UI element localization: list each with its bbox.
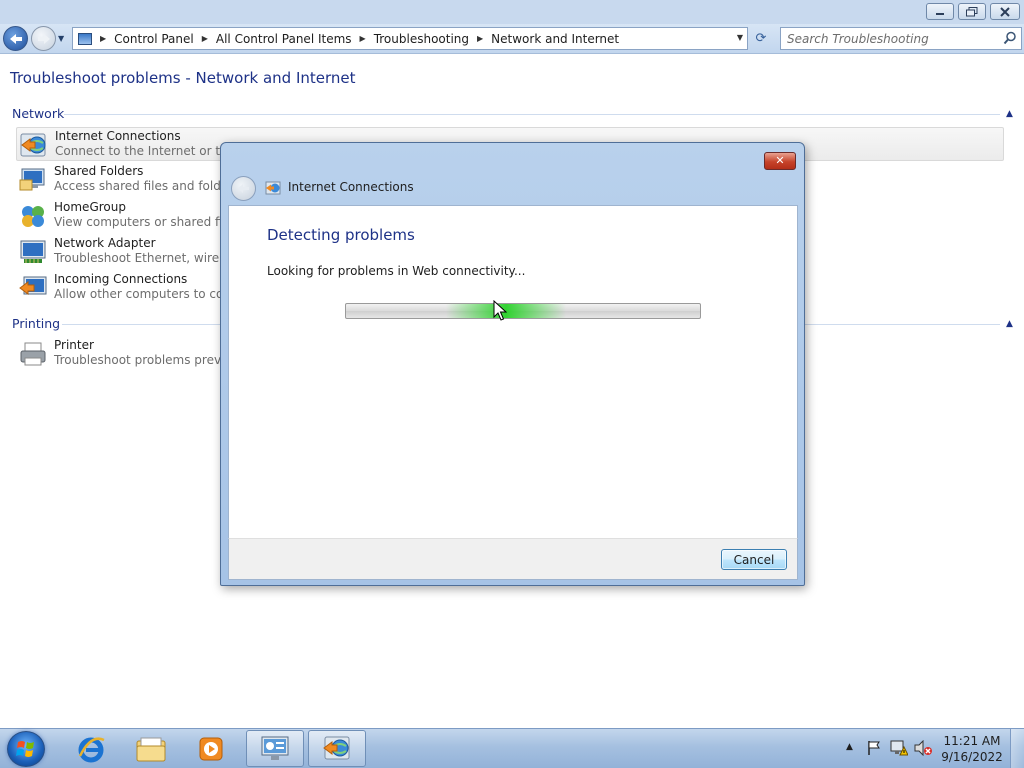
breadcrumb-troubleshooting[interactable]: Troubleshooting [374, 32, 469, 46]
status-text: Looking for problems in Web connectivity… [267, 264, 526, 278]
dialog-heading: Detecting problems [267, 226, 415, 244]
start-button[interactable] [7, 731, 45, 767]
printer-icon [20, 342, 46, 366]
chevron-down-icon[interactable]: ▼ [737, 33, 743, 42]
close-button[interactable] [990, 3, 1020, 20]
dialog-content: Detecting problems Looking for problems … [228, 205, 798, 538]
window-titlebar [0, 0, 1024, 24]
collapse-network-icon[interactable]: ▲ [1006, 109, 1013, 119]
collapse-printing-icon[interactable]: ▲ [1006, 319, 1013, 329]
forward-button[interactable] [31, 26, 56, 51]
progress-bar [345, 303, 701, 319]
show-hidden-icons-icon[interactable]: ▲ [846, 742, 853, 752]
close-icon [1000, 6, 1010, 17]
media-player-icon [199, 737, 223, 760]
show-desktop-button[interactable] [1010, 729, 1024, 768]
taskbar-control-panel[interactable] [246, 730, 304, 767]
taskbar: ▲ 11:21 AM 9/16/2022 [0, 728, 1024, 768]
chevron-right-icon[interactable]: ▶ [202, 34, 208, 43]
back-arrow-icon [238, 184, 249, 193]
control-panel-icon [261, 736, 289, 760]
page-title: Troubleshoot problems - Network and Inte… [10, 69, 356, 87]
incoming-connections-icon [19, 276, 47, 295]
item-name: Incoming Connections [54, 272, 188, 286]
mouse-cursor-icon [493, 300, 507, 321]
folder-icon [136, 737, 166, 761]
clock-time[interactable]: 11:21 AM [940, 734, 1004, 748]
troubleshooter-dialog: ✕ Internet Connections Detecting problem… [220, 142, 805, 586]
item-name: Internet Connections [55, 129, 181, 143]
taskbar-media-player[interactable] [182, 730, 240, 767]
taskbar-internet-explorer[interactable] [62, 730, 120, 767]
internet-explorer-icon [78, 737, 105, 762]
address-bar[interactable]: ▶ Control Panel ▶ All Control Panel Item… [72, 27, 748, 50]
search-box[interactable] [780, 27, 1022, 50]
minimize-button[interactable] [926, 3, 954, 20]
chevron-right-icon[interactable]: ▶ [360, 34, 366, 43]
dialog-footer: Cancel [228, 538, 798, 580]
breadcrumb-network-internet[interactable]: Network and Internet [491, 32, 619, 46]
dialog-back-button[interactable] [231, 176, 256, 201]
internet-connections-icon [20, 133, 46, 157]
search-input[interactable] [781, 28, 991, 49]
group-header-printing[interactable]: Printing [12, 316, 60, 331]
chevron-right-icon[interactable]: ▶ [477, 34, 483, 43]
action-center-flag-icon[interactable] [866, 740, 882, 756]
back-arrow-icon [9, 33, 22, 44]
chevron-right-icon[interactable]: ▶ [100, 34, 106, 43]
dialog-title: Internet Connections [288, 180, 414, 194]
restore-icon [966, 6, 978, 16]
internet-connections-icon [265, 181, 281, 195]
cancel-button[interactable]: Cancel [721, 549, 787, 570]
network-warning-icon[interactable] [890, 740, 908, 756]
breadcrumb-all-items[interactable]: All Control Panel Items [216, 32, 352, 46]
taskbar-windows-explorer[interactable] [122, 730, 180, 767]
item-name: Network Adapter [54, 236, 156, 250]
taskbar-troubleshooter[interactable] [308, 730, 366, 767]
back-button[interactable] [3, 26, 28, 51]
minimize-icon [936, 12, 944, 15]
breadcrumb-control-panel[interactable]: Control Panel [114, 32, 194, 46]
windows-logo-icon [16, 741, 34, 757]
search-icon[interactable] [1003, 31, 1017, 45]
recent-pages-dropdown[interactable]: ▼ [58, 34, 64, 43]
item-name: Printer [54, 338, 94, 352]
forward-arrow-icon [37, 33, 50, 44]
network-adapter-icon [20, 240, 46, 263]
group-divider [64, 114, 1000, 115]
navigation-bar: ▼ ▶ Control Panel ▶ All Control Panel It… [0, 24, 1024, 54]
volume-muted-icon[interactable] [914, 740, 932, 756]
clock-date[interactable]: 9/16/2022 [940, 750, 1004, 764]
control-panel-icon [78, 32, 92, 45]
restore-button[interactable] [958, 3, 986, 20]
dialog-close-button[interactable]: ✕ [764, 152, 796, 170]
item-name: HomeGroup [54, 200, 126, 214]
system-tray: ▲ 11:21 AM 9/16/2022 [840, 729, 1024, 768]
internet-connections-icon [323, 736, 350, 759]
group-header-network[interactable]: Network [12, 106, 64, 121]
refresh-button[interactable]: ⟳ [752, 30, 770, 48]
homegroup-icon [22, 206, 44, 227]
item-name: Shared Folders [54, 164, 144, 178]
shared-folders-icon [19, 168, 45, 191]
